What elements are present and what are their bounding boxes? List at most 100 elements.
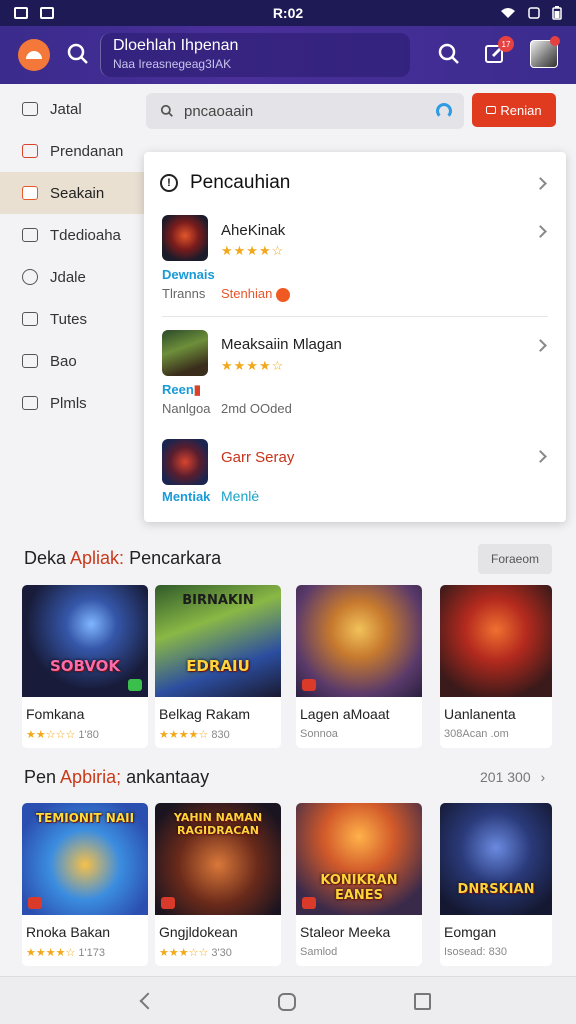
result-rating: ★★★★☆ xyxy=(221,358,285,373)
app-card-meta: ★★☆☆☆ 1'80 xyxy=(26,728,99,741)
voice-search-icon[interactable] xyxy=(436,103,452,119)
app-card-art-banner: TEMIONIT NAII xyxy=(35,811,135,825)
chevron-right-icon[interactable] xyxy=(534,450,547,463)
image-icon xyxy=(22,396,38,410)
app-card[interactable]: SOBVOK Fomkana ★★☆☆☆ 1'80 xyxy=(22,585,148,748)
verified-icon xyxy=(276,287,291,302)
sidebar-item-label: Tutes xyxy=(50,310,87,328)
search-icon[interactable] xyxy=(66,42,90,66)
result-name[interactable]: Meaksaiin Mlagan xyxy=(221,336,342,353)
section-more-link[interactable]: 201 300 › xyxy=(480,769,545,785)
search-icon[interactable] xyxy=(437,42,461,66)
app-card-name: Belkag Rakam xyxy=(159,706,251,722)
app-card[interactable]: Uanlanenta 308Acan .om xyxy=(440,585,552,748)
panel-header[interactable]: ! Pencauhian xyxy=(160,172,290,194)
app-card-name: Eomgan xyxy=(444,924,497,940)
section-more-button[interactable]: Foraeom xyxy=(478,544,552,574)
app-card-art xyxy=(296,585,422,697)
list-icon xyxy=(22,312,38,326)
app-card[interactable]: DNRSKIAN Eomgan Isosead: 830 xyxy=(440,803,552,966)
sidebar-item-jatal[interactable]: Jatal xyxy=(0,88,144,130)
folder-icon xyxy=(22,354,38,368)
app-card-art: KONIKRAN EANES xyxy=(296,803,422,915)
app-card-count: 830 xyxy=(208,729,230,741)
app-card-count: 1'80 xyxy=(75,729,99,741)
sidebar-item-label: Tdedioaha xyxy=(50,226,121,244)
search-input[interactable] xyxy=(184,102,404,120)
system-nav-bar xyxy=(0,976,576,1024)
app-card-name: Fomkana xyxy=(26,706,85,722)
recent-apps-icon[interactable] xyxy=(414,993,431,1010)
result-tag: 2md OOded xyxy=(221,401,292,416)
app-card-art: BIRNAKIN EDRAIU xyxy=(155,585,281,697)
document-icon xyxy=(22,228,38,242)
badge-icon xyxy=(128,679,142,691)
result-category-label: Reen xyxy=(162,382,194,397)
app-card[interactable]: KONIKRAN EANES Staleor Meeka Samlod xyxy=(296,803,422,966)
header-subtitle: Naa Ireasnegeag3IAK xyxy=(113,57,232,71)
home-icon[interactable] xyxy=(278,993,296,1011)
avatar-status-dot xyxy=(550,36,560,46)
app-card-meta: Samlod xyxy=(300,946,337,958)
sidebar-item-tdedioaha[interactable]: Tdedioaha xyxy=(0,214,144,256)
sidebar-item-label: Plmls xyxy=(50,394,87,412)
app-card-count: Sonnoa xyxy=(300,728,338,740)
app-card-art-title: SOBVOK xyxy=(49,657,121,675)
app-card[interactable]: BIRNAKIN EDRAIU Belkag Rakam ★★★★☆ 830 xyxy=(155,585,281,748)
back-icon[interactable] xyxy=(139,992,157,1010)
result-thumbnail[interactable] xyxy=(162,330,208,376)
flag-icon: ▮ xyxy=(193,382,201,397)
header-title-box[interactable]: Dloehlah Ihpenan Naa Ireasnegeag3IAK xyxy=(100,33,410,77)
section-more-label: 201 300 xyxy=(480,769,531,785)
result-tag-label: Stenhian xyxy=(221,286,273,301)
sidebar-item-seakain[interactable]: Seakain xyxy=(0,172,144,214)
sidebar-item-plmls[interactable]: Plmls xyxy=(0,382,144,424)
inbox-icon xyxy=(22,186,38,200)
section-title-accent: Apbiria; xyxy=(60,767,122,787)
chevron-right-icon[interactable] xyxy=(534,339,547,352)
app-card[interactable]: YAHIN NAMAN RAGIDRACAN Gngjldokean ★★★☆☆… xyxy=(155,803,281,966)
app-card[interactable]: Lagen aMoaat Sonnoa xyxy=(296,585,422,748)
chevron-right-icon[interactable] xyxy=(534,177,547,190)
sidebar-item-label: Prendanan xyxy=(50,142,124,160)
circle-icon xyxy=(22,269,38,285)
sidebar-item-tutes[interactable]: Tutes xyxy=(0,298,144,340)
sidebar-item-jdale[interactable]: Jdale xyxy=(0,256,144,298)
sidebar-item-label: Seakain xyxy=(50,184,105,202)
app-card-art: SOBVOK xyxy=(22,585,148,697)
badge-icon xyxy=(28,897,42,909)
section-title: Pen Apbiria; ankantaay xyxy=(24,767,209,788)
section-title-part: ankantaay xyxy=(121,767,210,787)
section-title-accent: Apliak: xyxy=(70,548,125,568)
app-card-meta: Isosead: 830 xyxy=(444,946,507,958)
app-card-count: Samlod xyxy=(300,946,338,958)
sidebar-item-prendanan[interactable]: Prendanan xyxy=(0,130,144,172)
app-card[interactable]: TEMIONIT NAII Rnoka Bakan ★★★★☆ 1'173 xyxy=(22,803,148,966)
sidebar-item-label: Jatal xyxy=(50,100,82,118)
search-icon xyxy=(160,104,173,117)
app-card-art-banner: YAHIN NAMAN RAGIDRACAN xyxy=(173,811,263,837)
search-button[interactable]: Renian xyxy=(472,93,556,127)
section-title-part: Pencarkara xyxy=(124,548,222,568)
result-thumbnail[interactable] xyxy=(162,439,208,485)
app-card-meta: Sonnoa xyxy=(300,728,338,740)
result-category: Dewnais xyxy=(162,267,215,282)
app-card-name: Lagen aMoaat xyxy=(300,706,390,722)
badge-icon xyxy=(302,679,316,691)
divider xyxy=(162,316,548,317)
app-card-art-title: EDRAIU xyxy=(186,657,250,675)
app-card-art-title: DNRSKIAN xyxy=(457,882,535,897)
result-name[interactable]: Garr Seray xyxy=(221,449,294,466)
badge-icon xyxy=(302,897,316,909)
app-logo[interactable] xyxy=(18,39,50,71)
section-title-part: Pen xyxy=(24,767,61,787)
status-bar: R:02 xyxy=(0,0,576,26)
result-tag: Menlė xyxy=(221,488,260,504)
info-icon: ! xyxy=(160,174,178,192)
result-tag: Stenhian xyxy=(221,286,291,302)
result-thumbnail[interactable] xyxy=(162,215,208,261)
app-bar: Dloehlah Ihpenan Naa Ireasnegeag3IAK 17 xyxy=(0,26,576,84)
sidebar-item-bao[interactable]: Bao xyxy=(0,340,144,382)
result-name[interactable]: AheKinak xyxy=(221,222,285,239)
chevron-right-icon[interactable] xyxy=(534,225,547,238)
